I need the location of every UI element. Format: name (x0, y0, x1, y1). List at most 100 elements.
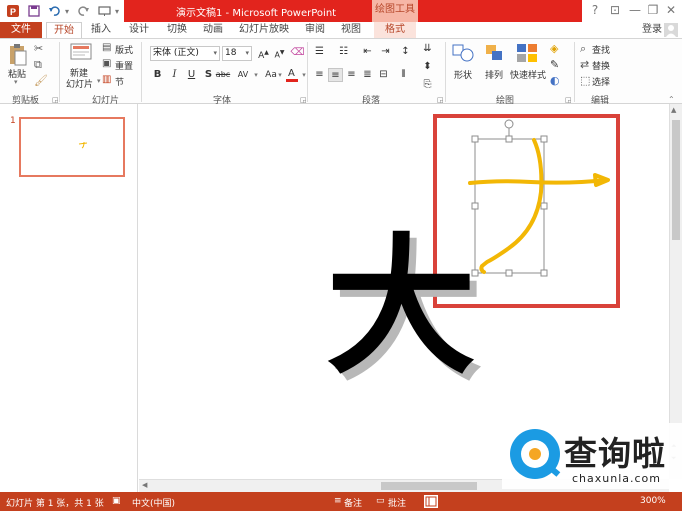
notes-icon[interactable]: ≡ (334, 496, 342, 506)
tab-format[interactable]: 格式 (374, 22, 416, 38)
customize-qat-icon[interactable]: ▾ (112, 3, 122, 19)
shape-fill-icon[interactable]: ◈ (550, 42, 558, 55)
line-spacing-icon[interactable]: ↕ (398, 45, 413, 59)
font-size-select[interactable]: 18 ▾ (222, 46, 252, 61)
tab-view[interactable]: 视图 (334, 22, 368, 38)
decrease-indent-icon[interactable]: ⇤ (360, 45, 375, 59)
comments-icon[interactable]: ▭ (376, 496, 385, 506)
section-button[interactable]: 节 (115, 75, 124, 88)
justify-icon[interactable]: ≣ (360, 68, 375, 82)
restore-icon[interactable]: ❐ (644, 3, 662, 17)
font-name-select[interactable]: 宋体 (正文) ▾ (150, 46, 220, 61)
strikethrough-button[interactable]: abc (214, 68, 232, 82)
ribbon-display-icon[interactable]: ⊡ (606, 3, 624, 17)
chevron-down-icon[interactable]: ▾ (276, 68, 284, 82)
reset-button[interactable]: 重置 (115, 59, 133, 72)
quick-styles-button[interactable]: 快速样式 (510, 68, 546, 81)
tab-home[interactable]: 开始 (46, 22, 82, 38)
chevron-down-icon[interactable]: ▾ (252, 68, 260, 82)
scroll-left-icon[interactable]: ◀ (142, 481, 147, 489)
find-button[interactable]: 查找 (592, 43, 610, 56)
save-icon[interactable] (26, 3, 42, 19)
columns-icon[interactable]: ⫴ (396, 68, 411, 82)
replace-icon[interactable]: ⇄ (580, 58, 589, 71)
align-center-icon[interactable]: ≡ (328, 68, 343, 82)
font-launcher-icon[interactable]: ◲ (300, 96, 307, 104)
align-right-icon[interactable]: ≡ (344, 68, 359, 82)
tab-transitions[interactable]: 切换 (160, 22, 194, 38)
collapse-ribbon-icon[interactable]: ⌃ (668, 95, 675, 104)
tab-animations[interactable]: 动画 (196, 22, 230, 38)
tab-review[interactable]: 审阅 (298, 22, 332, 38)
format-painter-icon[interactable]: 🖌 (34, 74, 48, 87)
find-icon[interactable]: ⌕ (580, 42, 586, 56)
character-spacing-button[interactable]: AV (234, 68, 252, 82)
paragraph-launcher-icon[interactable]: ◲ (437, 96, 444, 104)
paste-dropdown-icon[interactable]: ▾ (14, 78, 18, 86)
ink-strokes[interactable] (468, 138, 610, 274)
shape-effects-icon[interactable]: ◐ (550, 74, 560, 87)
quick-styles-icon[interactable] (516, 43, 538, 63)
new-slide-button-line2[interactable]: 幻灯片 (66, 77, 93, 90)
new-slide-dropdown-icon[interactable]: ▾ (97, 77, 101, 85)
tab-insert[interactable]: 插入 (84, 22, 118, 38)
new-slide-icon[interactable] (70, 43, 92, 63)
undo-dropdown-icon[interactable]: ▾ (62, 3, 72, 19)
cut-icon[interactable]: ✂ (34, 42, 43, 55)
normal-view-icon[interactable] (424, 495, 438, 508)
select-icon[interactable]: ⬚ (580, 74, 590, 87)
arrange-icon[interactable] (484, 43, 506, 63)
shapes-button[interactable]: 形状 (454, 68, 472, 81)
section-icon[interactable]: ▥ (102, 74, 111, 85)
align-left-icon[interactable]: ≡ (312, 68, 327, 82)
shrink-font-icon[interactable]: A▼ (272, 46, 287, 60)
layout-icon[interactable]: ▤ (102, 42, 111, 53)
avatar[interactable] (664, 23, 678, 37)
numbering-icon[interactable]: ☷ (336, 45, 351, 59)
replace-button[interactable]: 替换 (592, 59, 610, 72)
slide-thumbnail[interactable] (19, 117, 125, 177)
horizontal-scroll-thumb[interactable] (381, 482, 477, 490)
align-text-icon[interactable]: ⬍ (420, 60, 435, 74)
notes-button[interactable]: 备注 (344, 496, 362, 509)
shape-outline-icon[interactable]: ✎ (550, 58, 559, 71)
vertical-scroll-thumb[interactable] (672, 120, 680, 240)
tab-file[interactable]: 文件 (0, 22, 42, 38)
bold-button[interactable]: B (150, 68, 165, 82)
arrange-button[interactable]: 排列 (485, 68, 503, 81)
spell-check-icon[interactable]: ▣ (112, 496, 121, 506)
tab-slide-show[interactable]: 幻灯片放映 (234, 22, 294, 38)
present-icon[interactable] (96, 3, 112, 19)
text-direction-icon[interactable]: ⇊ (420, 42, 435, 56)
clipboard-launcher-icon[interactable]: ◲ (52, 96, 59, 104)
paste-icon[interactable] (8, 43, 28, 67)
reset-icon[interactable]: ▣ (102, 58, 111, 69)
close-icon[interactable]: ✕ (662, 3, 680, 17)
language-status[interactable]: 中文(中国) (132, 496, 175, 509)
minimize-icon[interactable]: — (626, 3, 644, 17)
big-character[interactable]: 大 (326, 219, 476, 395)
underline-button[interactable]: U (184, 68, 199, 82)
resize-handles[interactable] (471, 135, 548, 277)
select-button[interactable]: 选择 (592, 75, 610, 88)
scroll-up-icon[interactable]: ▲ (671, 106, 676, 114)
clear-format-icon[interactable]: ⌫ (290, 46, 305, 60)
title-bar: P ▾ ▾ 演示文稿1 - Microsoft PowerPoint 绘图工具 … (0, 0, 682, 22)
layout-button[interactable]: 版式 (115, 43, 133, 56)
help-icon[interactable]: ? (586, 3, 604, 17)
undo-icon[interactable] (46, 3, 62, 19)
increase-indent-icon[interactable]: ⇥ (378, 45, 393, 59)
grow-font-icon[interactable]: A▲ (256, 46, 271, 61)
rotation-handle[interactable] (504, 119, 514, 129)
copy-icon[interactable]: ⧉ (34, 58, 42, 72)
distribute-icon[interactable]: ⊟ (376, 68, 391, 82)
comments-button[interactable]: 批注 (388, 496, 406, 509)
redo-icon[interactable] (76, 3, 92, 19)
italic-button[interactable]: I (167, 68, 182, 82)
drawing-launcher-icon[interactable]: ◲ (565, 96, 572, 104)
bullets-icon[interactable]: ☰ (312, 45, 327, 59)
shapes-icon[interactable] (452, 43, 474, 63)
smartart-icon[interactable]: ⎘ (420, 78, 435, 92)
zoom-percent[interactable]: 300% (640, 496, 666, 506)
tab-design[interactable]: 设计 (122, 22, 156, 38)
